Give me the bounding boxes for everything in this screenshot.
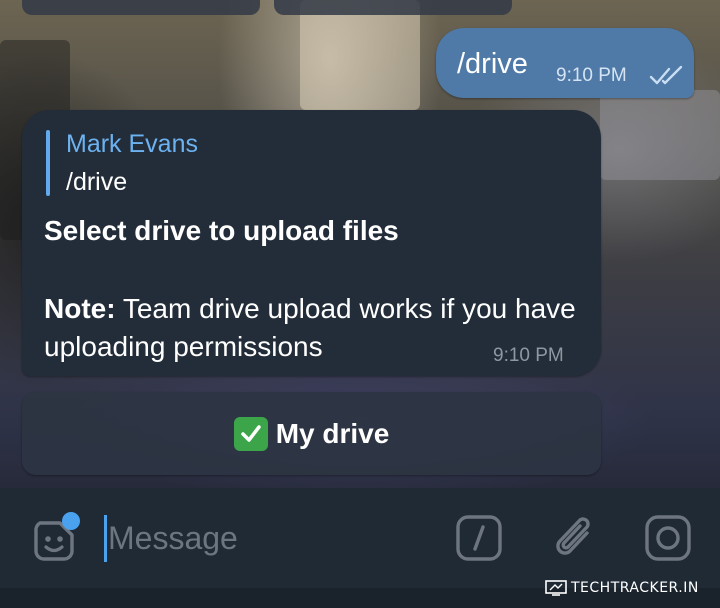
message-input[interactable]	[108, 514, 428, 562]
note-label: Note:	[44, 293, 116, 324]
my-drive-button-label: My drive	[275, 417, 390, 449]
incoming-message[interactable]: Mark Evans /drive Select drive to upload…	[22, 110, 601, 376]
attach-icon[interactable]	[553, 513, 599, 565]
watermark: TECHTRACKER.IN	[545, 577, 699, 599]
message-text: /drive	[457, 48, 528, 80]
check-mark-emoji-icon	[233, 416, 268, 451]
previous-button-edge[interactable]	[22, 0, 260, 15]
my-drive-button[interactable]: My drive	[22, 392, 601, 475]
reply-quote-text[interactable]: /drive	[66, 168, 127, 197]
outgoing-message[interactable]: /drive 9:10 PM	[436, 28, 694, 98]
wallpaper-highlight	[600, 90, 720, 180]
message-input-bar	[0, 488, 720, 588]
camera-icon[interactable]	[645, 515, 691, 561]
reply-author-name[interactable]: Mark Evans	[66, 130, 198, 159]
double-check-icon	[649, 65, 683, 85]
wallpaper-highlight	[300, 0, 420, 110]
reply-quote-bar	[46, 130, 50, 196]
message-time: 9:10 PM	[556, 65, 627, 86]
new-sticker-dot	[62, 512, 80, 530]
message-time: 9:10 PM	[493, 345, 564, 366]
bot-command-icon[interactable]	[456, 515, 502, 561]
message-heading: Select drive to upload files	[44, 215, 399, 246]
text-cursor	[104, 515, 107, 562]
watermark-text: TECHTRACKER.IN	[571, 580, 699, 596]
previous-button-edge[interactable]	[274, 0, 512, 15]
monitor-icon	[545, 580, 567, 596]
